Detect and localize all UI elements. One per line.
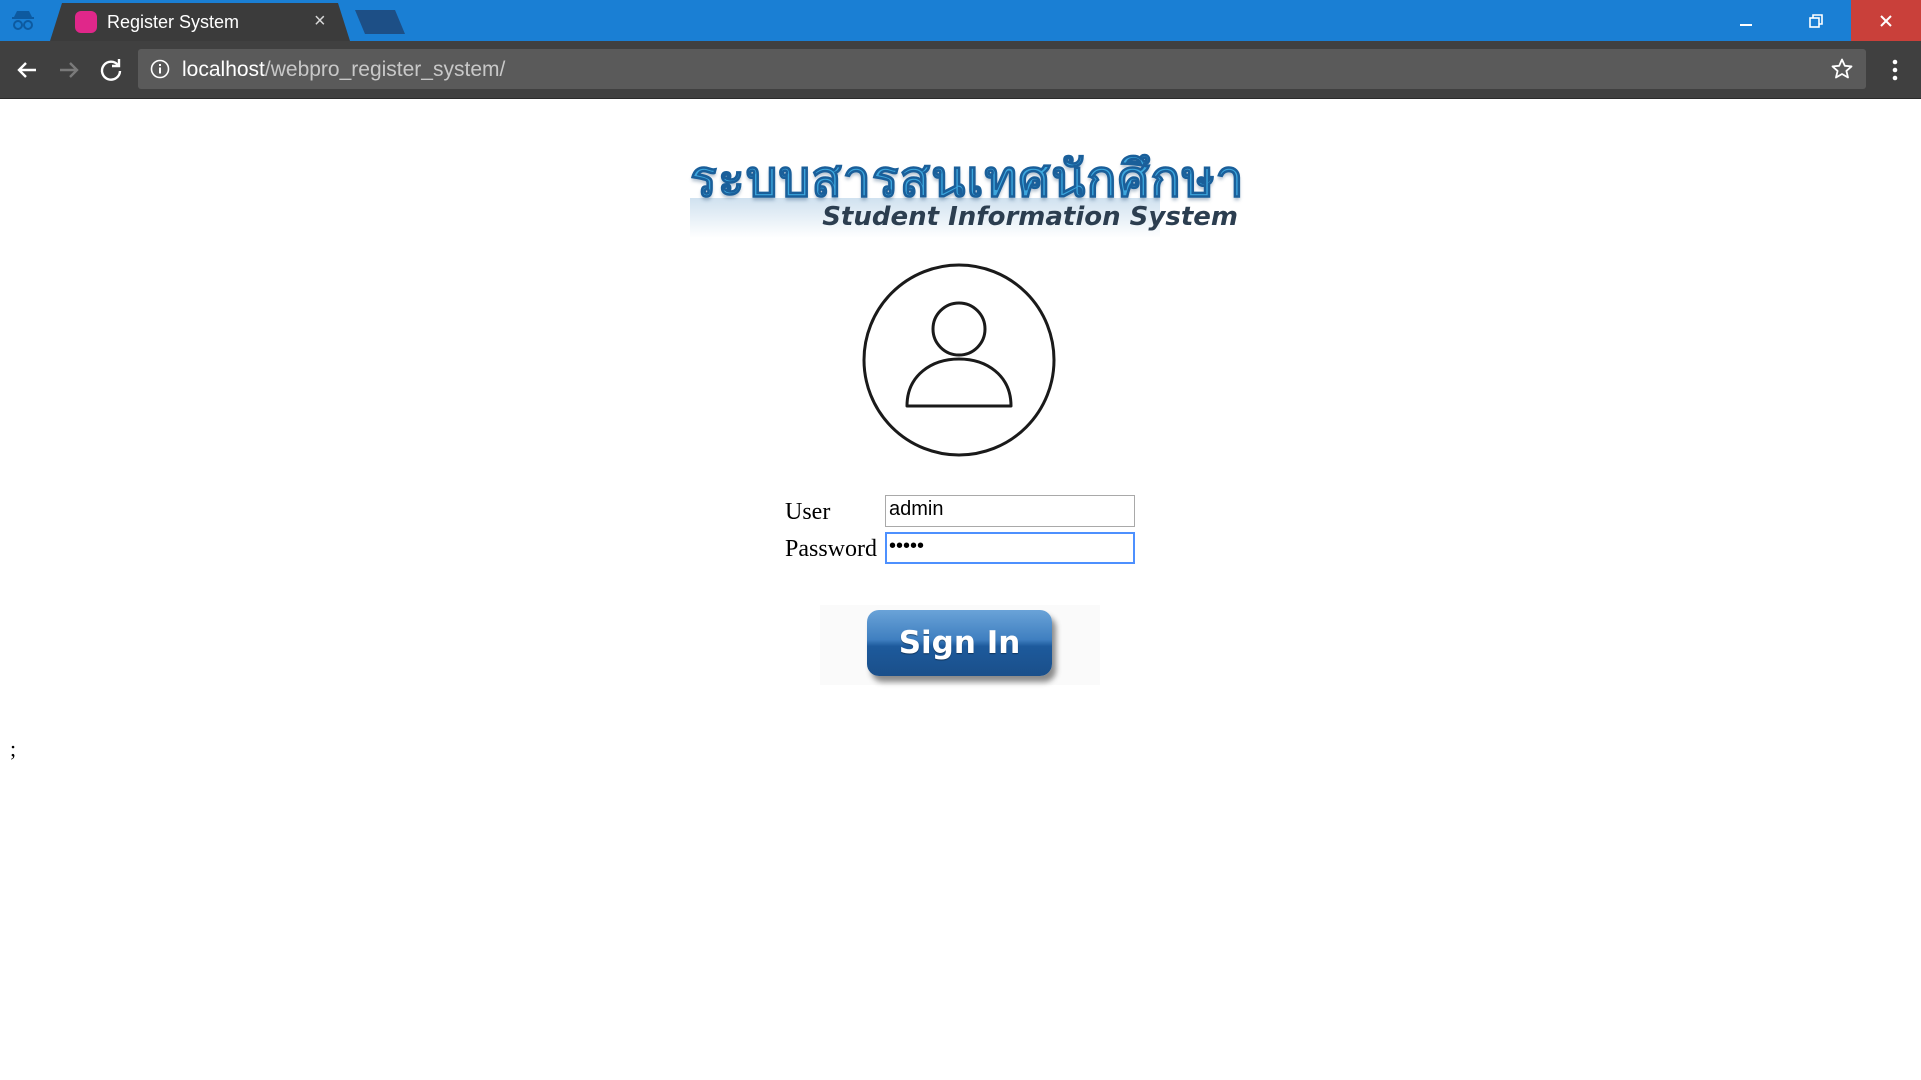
- password-label: Password: [785, 536, 878, 562]
- new-tab-button[interactable]: [355, 10, 405, 34]
- browser-toolbar: localhost/webpro_register_system/: [0, 41, 1921, 99]
- browser-titlebar: Register System ×: [0, 0, 1921, 41]
- user-label: User: [785, 499, 831, 525]
- close-window-button[interactable]: [1851, 0, 1921, 41]
- signin-image-container: Sign In: [820, 605, 1100, 685]
- back-arrow-icon[interactable]: [12, 55, 42, 85]
- url-text[interactable]: localhost/webpro_register_system/: [182, 58, 505, 82]
- tab-close-icon[interactable]: ×: [314, 9, 326, 33]
- tab-title: Register System: [107, 12, 240, 32]
- signin-button[interactable]: Sign In: [867, 610, 1052, 676]
- user-input[interactable]: admin: [885, 495, 1135, 527]
- logo-english-text: Student Information System: [822, 202, 1238, 232]
- restore-icon: [1809, 13, 1823, 28]
- password-row: Password •••••: [785, 532, 1135, 566]
- close-icon: [1880, 14, 1892, 27]
- minimize-icon: [1740, 23, 1752, 26]
- browser-menu-icon[interactable]: [1883, 55, 1907, 85]
- site-logo: ระบบสารสนเทศนักศึกษา Student Information…: [680, 140, 1250, 252]
- password-input[interactable]: •••••: [885, 532, 1135, 564]
- bookmark-star-icon[interactable]: [1830, 57, 1854, 81]
- tab-register-system[interactable]: Register System ×: [50, 3, 350, 41]
- info-icon[interactable]: [150, 59, 170, 79]
- user-row: User admin: [785, 495, 1135, 529]
- user-avatar-icon: [862, 263, 1056, 457]
- reload-icon[interactable]: [96, 55, 126, 85]
- url-host: localhost: [182, 58, 265, 81]
- address-bar[interactable]: localhost/webpro_register_system/: [138, 49, 1866, 89]
- restore-button[interactable]: [1781, 0, 1851, 41]
- incognito-icon: [12, 11, 34, 30]
- forward-arrow-icon[interactable]: [54, 55, 84, 85]
- favicon-icon: [75, 11, 97, 33]
- minimize-button[interactable]: [1711, 0, 1781, 41]
- url-path: /webpro_register_system/: [264, 58, 506, 81]
- stray-text: ;: [10, 736, 17, 761]
